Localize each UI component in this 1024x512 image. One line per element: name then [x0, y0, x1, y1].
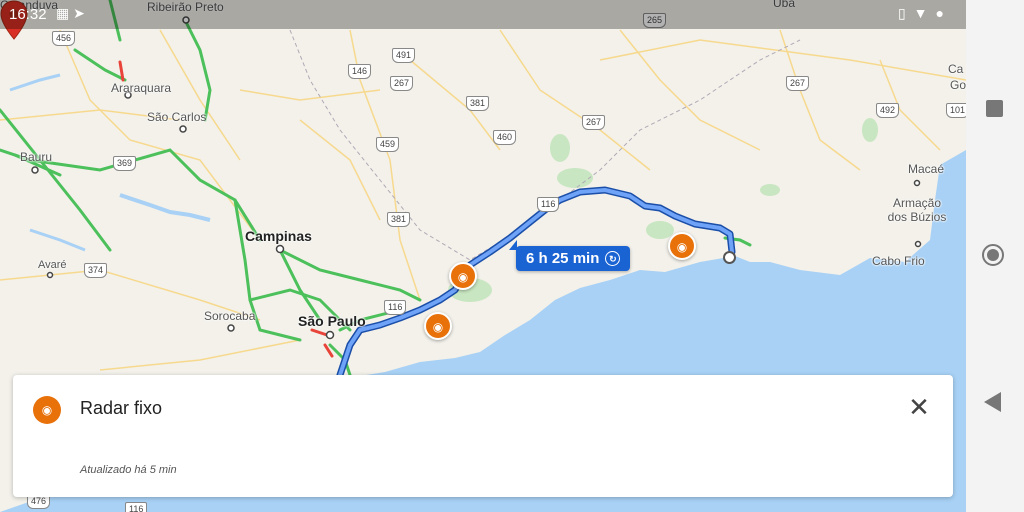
- city-label-macae: Macaé: [908, 162, 945, 176]
- city-label-sorocaba: Sorocaba: [204, 309, 256, 323]
- image-icon: ▦: [56, 5, 70, 21]
- city-label-armacao-dos-buzios: Armação dos Búzios: [887, 196, 947, 224]
- city-label-campinas: Campinas: [245, 228, 312, 244]
- city-label-ca: Ca: [948, 62, 964, 76]
- road-shield: 101: [946, 103, 966, 118]
- status-icons-left: ▦ ➤: [56, 5, 85, 22]
- road-shield: 116: [537, 197, 560, 212]
- road-shield: 116: [125, 502, 148, 512]
- route-duration-label[interactable]: 6 h 25 min ↻: [516, 246, 631, 271]
- road-shield: 267: [582, 115, 606, 130]
- wifi-icon: ▼: [913, 5, 936, 21]
- road-shield: 460: [493, 130, 517, 145]
- road-shield: 381: [466, 96, 490, 111]
- road-shield: 267: [786, 76, 810, 91]
- signal-flag-icon: ➤: [73, 5, 85, 21]
- speed-camera-icon: ◉: [33, 396, 61, 424]
- vibrate-icon: ▯: [897, 5, 914, 21]
- speed-camera-icon: ◉: [676, 240, 688, 254]
- city-label-sao-paulo: São Paulo: [298, 313, 366, 329]
- home-icon[interactable]: [982, 244, 1004, 266]
- speed-camera-pin[interactable]: ◉: [449, 262, 477, 290]
- road-shield: 116: [384, 300, 407, 315]
- alternate-route-icon: ↻: [605, 251, 621, 266]
- road-shield: 369: [113, 156, 137, 171]
- road-shield: 492: [876, 103, 900, 118]
- city-label-avare: Avaré: [38, 259, 67, 271]
- speed-camera-pin[interactable]: ◉: [668, 232, 696, 260]
- close-icon[interactable]: ✕: [905, 393, 933, 421]
- road-shield: 374: [84, 263, 108, 278]
- speed-camera-icon: ◉: [432, 320, 444, 334]
- route-endpoint-dot: [723, 251, 736, 264]
- road-shield: 491: [392, 48, 416, 63]
- city-label-bauru: Bauru: [20, 150, 53, 164]
- road-shield: 381: [387, 212, 411, 227]
- status-time: 16:32: [9, 6, 47, 23]
- city-label-go: Go: [950, 78, 966, 92]
- speed-camera-info-sheet[interactable]: ◉ Radar fixo ✕ Atualizado há 5 min: [13, 375, 953, 497]
- sheet-updated-time: Atualizado há 5 min: [80, 464, 177, 476]
- road-shield: 459: [376, 137, 400, 152]
- speed-camera-icon: ◉: [457, 270, 469, 284]
- city-label-araraquara: Araraquara: [111, 81, 172, 95]
- back-icon[interactable]: [984, 392, 1001, 412]
- sheet-title: Radar fixo: [80, 398, 163, 418]
- route-duration-text: 6 h 25 min: [526, 250, 600, 267]
- recent-apps-icon[interactable]: [986, 100, 1003, 117]
- speed-camera-pin[interactable]: ◉: [424, 312, 452, 340]
- city-label-sao-carlos: São Carlos: [147, 110, 207, 124]
- road-shield: 456: [52, 31, 76, 46]
- status-bar: 16:32 ▦ ➤ ▯▼●: [0, 0, 966, 29]
- city-label-cabo-frio: Cabo Frio: [872, 254, 925, 268]
- person-icon: ●: [935, 5, 952, 21]
- road-shield: 146: [348, 64, 372, 79]
- navigation-bar: [966, 0, 1024, 512]
- road-shield: 267: [390, 76, 414, 91]
- status-icons-right: ▯▼●: [898, 5, 952, 22]
